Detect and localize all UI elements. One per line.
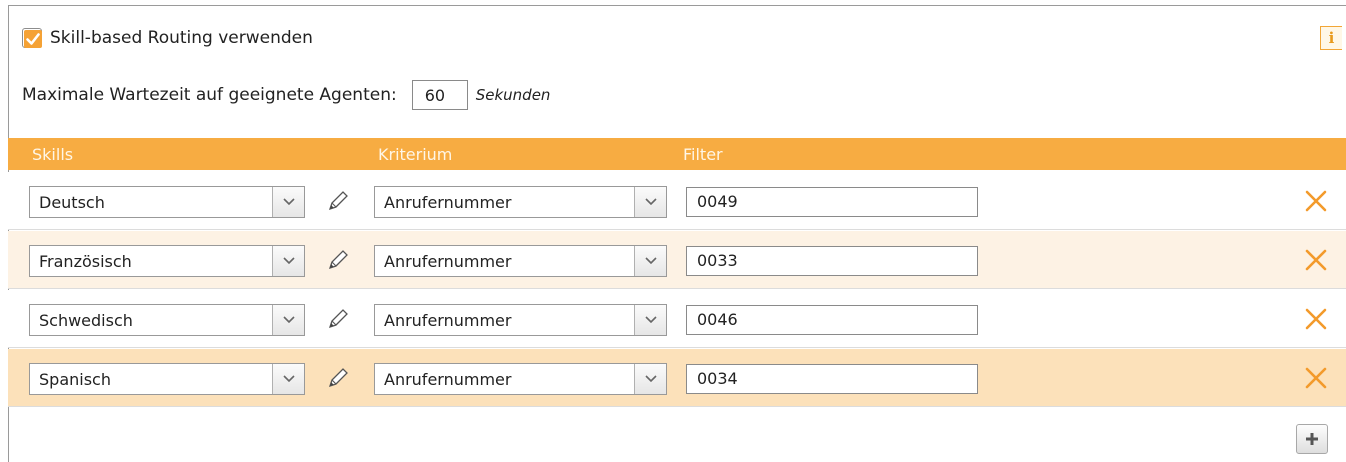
max-wait-input[interactable] — [411, 80, 468, 110]
criterion-select[interactable]: Anrufernummer — [374, 363, 667, 395]
pencil-icon[interactable] — [326, 307, 350, 331]
criterion-select-value: Anrufernummer — [384, 252, 512, 271]
table-row: Schwedisch Anrufernummer 0046 — [8, 290, 1346, 348]
skill-select-value: Französisch — [39, 252, 132, 271]
skill-select[interactable]: Schwedisch — [29, 304, 305, 336]
chevron-down-icon[interactable] — [272, 364, 304, 394]
filter-input[interactable]: 0046 — [686, 305, 978, 335]
chevron-down-icon[interactable] — [272, 305, 304, 335]
info-icon[interactable]: i — [1320, 26, 1342, 50]
table-row: Deutsch Anrufernummer 0049 — [8, 172, 1346, 230]
skill-select[interactable]: Französisch — [29, 245, 305, 277]
close-icon[interactable] — [1304, 189, 1328, 213]
plus-icon — [1306, 433, 1318, 445]
chevron-down-icon[interactable] — [634, 246, 666, 276]
criterion-select[interactable]: Anrufernummer — [374, 304, 667, 336]
routing-toggle-row: Skill-based Routing verwenden — [22, 28, 313, 48]
skill-select-value: Spanisch — [39, 370, 111, 389]
header-kriterium: Kriterium — [378, 145, 453, 164]
criterion-select-value: Anrufernummer — [384, 193, 512, 212]
routing-label: Skill-based Routing verwenden — [50, 28, 313, 48]
criterion-select[interactable]: Anrufernummer — [374, 245, 667, 277]
skill-select[interactable]: Deutsch — [29, 186, 305, 218]
max-wait-row: Maximale Wartezeit auf geeignete Agenten… — [22, 80, 550, 110]
routing-checkbox[interactable] — [22, 28, 42, 48]
skill-select[interactable]: Spanisch — [29, 363, 305, 395]
pencil-icon[interactable] — [326, 189, 350, 213]
add-row-button[interactable] — [1296, 424, 1328, 454]
pencil-icon[interactable] — [326, 366, 350, 390]
chevron-down-icon[interactable] — [272, 187, 304, 217]
max-wait-unit: Sekunden — [475, 86, 551, 104]
criterion-select-value: Anrufernummer — [384, 370, 512, 389]
skill-select-value: Schwedisch — [39, 311, 133, 330]
chevron-down-icon[interactable] — [634, 305, 666, 335]
table-row: Französisch Anrufernummer 0033 — [8, 231, 1346, 289]
max-wait-label: Maximale Wartezeit auf geeignete Agenten… — [22, 85, 397, 105]
chevron-down-icon[interactable] — [634, 364, 666, 394]
criterion-select-value: Anrufernummer — [384, 311, 512, 330]
filter-input[interactable]: 0049 — [686, 187, 978, 217]
criterion-select[interactable]: Anrufernummer — [374, 186, 667, 218]
close-icon[interactable] — [1304, 366, 1328, 390]
close-icon[interactable] — [1304, 248, 1328, 272]
close-icon[interactable] — [1304, 307, 1328, 331]
header-filter: Filter — [683, 145, 723, 164]
table-header: Skills Kriterium Filter — [8, 138, 1346, 170]
checkmark-icon — [24, 30, 42, 48]
skill-select-value: Deutsch — [39, 193, 105, 212]
filter-input[interactable]: 0034 — [686, 364, 978, 394]
pencil-icon[interactable] — [326, 248, 350, 272]
filter-input[interactable]: 0033 — [686, 246, 978, 276]
chevron-down-icon[interactable] — [634, 187, 666, 217]
table-row: Spanisch Anrufernummer 0034 — [8, 349, 1346, 407]
header-skills: Skills — [32, 145, 74, 164]
chevron-down-icon[interactable] — [272, 246, 304, 276]
